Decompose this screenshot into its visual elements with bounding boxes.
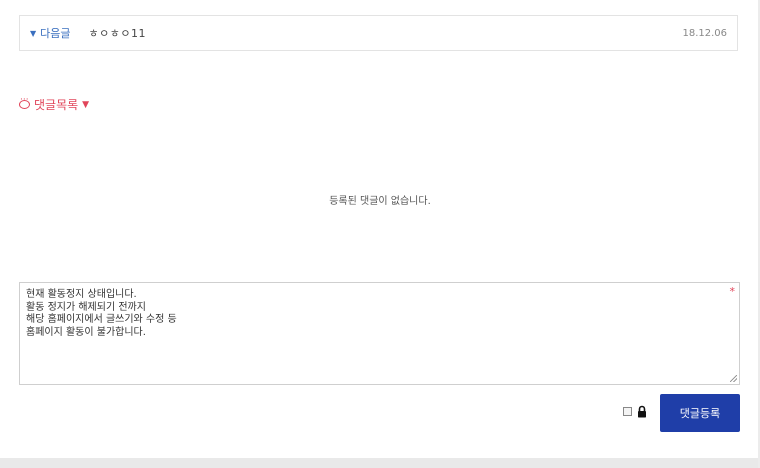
empty-comments-message: 등록된 댓글이 없습니다.	[329, 196, 431, 207]
comment-text-line: 해당 홈페이지에서 글쓰기와 수정 등	[26, 314, 177, 325]
comment-text-line: 활동 정지가 해제되기 전까지	[26, 301, 146, 313]
caret-down-icon: ▼	[82, 99, 90, 110]
submit-comment-button[interactable]: 댓글등록	[660, 394, 740, 432]
lock-icon	[638, 405, 646, 418]
next-post-label[interactable]: ▼ 다음글	[30, 25, 71, 41]
resize-handle-icon[interactable]	[730, 375, 737, 382]
comment-bubble-icon	[19, 95, 30, 109]
page-bottom-divider	[0, 458, 760, 468]
comment-text-line: 현재 활동정지 상태입니다.	[26, 289, 137, 300]
comment-textarea[interactable]: 현재 활동정지 상태입니다. 활동 정지가 해제되기 전까지 해당 홈페이지에서…	[19, 282, 740, 385]
comment-list-title: 댓글목록	[34, 98, 79, 112]
required-mark: *	[729, 285, 736, 298]
caret-down-icon: ▼	[30, 28, 37, 38]
comment-text-line: 홈페이지 활동이 불가합니다.	[26, 326, 146, 338]
comment-list-toggle[interactable]: 댓글목록 ▼	[19, 95, 90, 113]
secret-comment-checkbox[interactable]	[623, 407, 632, 416]
next-post-row[interactable]: ▼ 다음글 ㅎㅇㅎㅇ11 18.12.06	[19, 15, 738, 51]
next-post-date: 18.12.06	[682, 27, 727, 39]
next-post-title[interactable]: ㅎㅇㅎㅇ11	[89, 25, 146, 41]
next-post-label-text: 다음글	[40, 27, 71, 40]
